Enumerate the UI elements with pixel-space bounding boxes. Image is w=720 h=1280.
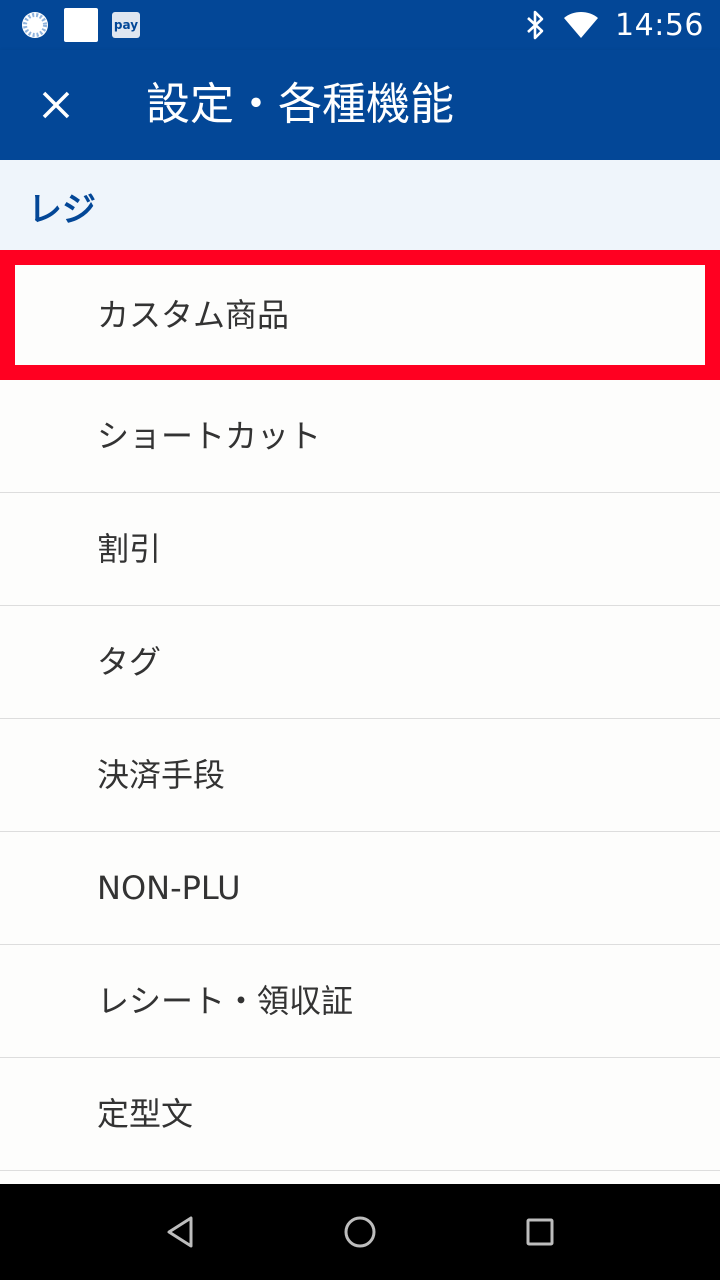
close-icon — [42, 91, 70, 119]
list-item-label: レシート・領収証 — [97, 982, 354, 1020]
home-icon — [344, 1216, 376, 1248]
list-item-label: 決済手段 — [97, 756, 226, 794]
recents-icon — [526, 1218, 554, 1246]
recents-button[interactable] — [510, 1202, 570, 1262]
list-item-label: NON-PLU — [97, 869, 241, 907]
list-item-discount[interactable]: 割引 — [0, 493, 720, 606]
list-item-non-plu[interactable]: NON-PLU — [0, 832, 720, 945]
list-item-custom-product[interactable]: カスタム商品 — [0, 250, 720, 380]
list-item-template-text[interactable]: 定型文 — [0, 1058, 720, 1171]
back-button[interactable] — [150, 1202, 210, 1262]
list-item-tag[interactable]: タグ — [0, 606, 720, 719]
status-bar: pay 14:56 — [0, 0, 720, 50]
list-item-label: カスタム商品 — [97, 296, 290, 334]
loading-spinner-icon — [22, 12, 48, 38]
status-left-icons: pay — [20, 7, 140, 43]
close-button[interactable] — [24, 73, 88, 137]
settings-list: カスタム商品 ショートカット 割引 タグ 決済手段 NON-PLU レシート・領… — [0, 250, 720, 1171]
notification-square-icon — [64, 8, 98, 42]
app-bar: 設定・各種機能 — [0, 50, 720, 160]
status-time: 14:56 — [615, 7, 704, 43]
section-title: レジ — [28, 190, 96, 230]
back-icon — [167, 1216, 193, 1248]
navigation-bar — [0, 1184, 720, 1280]
status-right-icons: 14:56 — [525, 0, 704, 50]
list-item-receipt[interactable]: レシート・領収証 — [0, 945, 720, 1058]
pay-badge-label: pay — [113, 18, 139, 32]
bluetooth-icon — [527, 10, 544, 40]
list-item-shortcut[interactable]: ショートカット — [0, 380, 720, 493]
wifi-icon — [564, 12, 599, 38]
list-item-label: 定型文 — [97, 1095, 194, 1133]
section-header: レジ — [0, 160, 720, 250]
list-item-label: タグ — [97, 643, 162, 681]
page-title: 設定・各種機能 — [146, 79, 454, 130]
pay-app-icon: pay — [112, 12, 140, 38]
list-item-label: ショートカット — [97, 417, 322, 455]
list-item-payment-method[interactable]: 決済手段 — [0, 719, 720, 832]
home-button[interactable] — [330, 1202, 390, 1262]
list-item-label: 割引 — [97, 530, 162, 568]
